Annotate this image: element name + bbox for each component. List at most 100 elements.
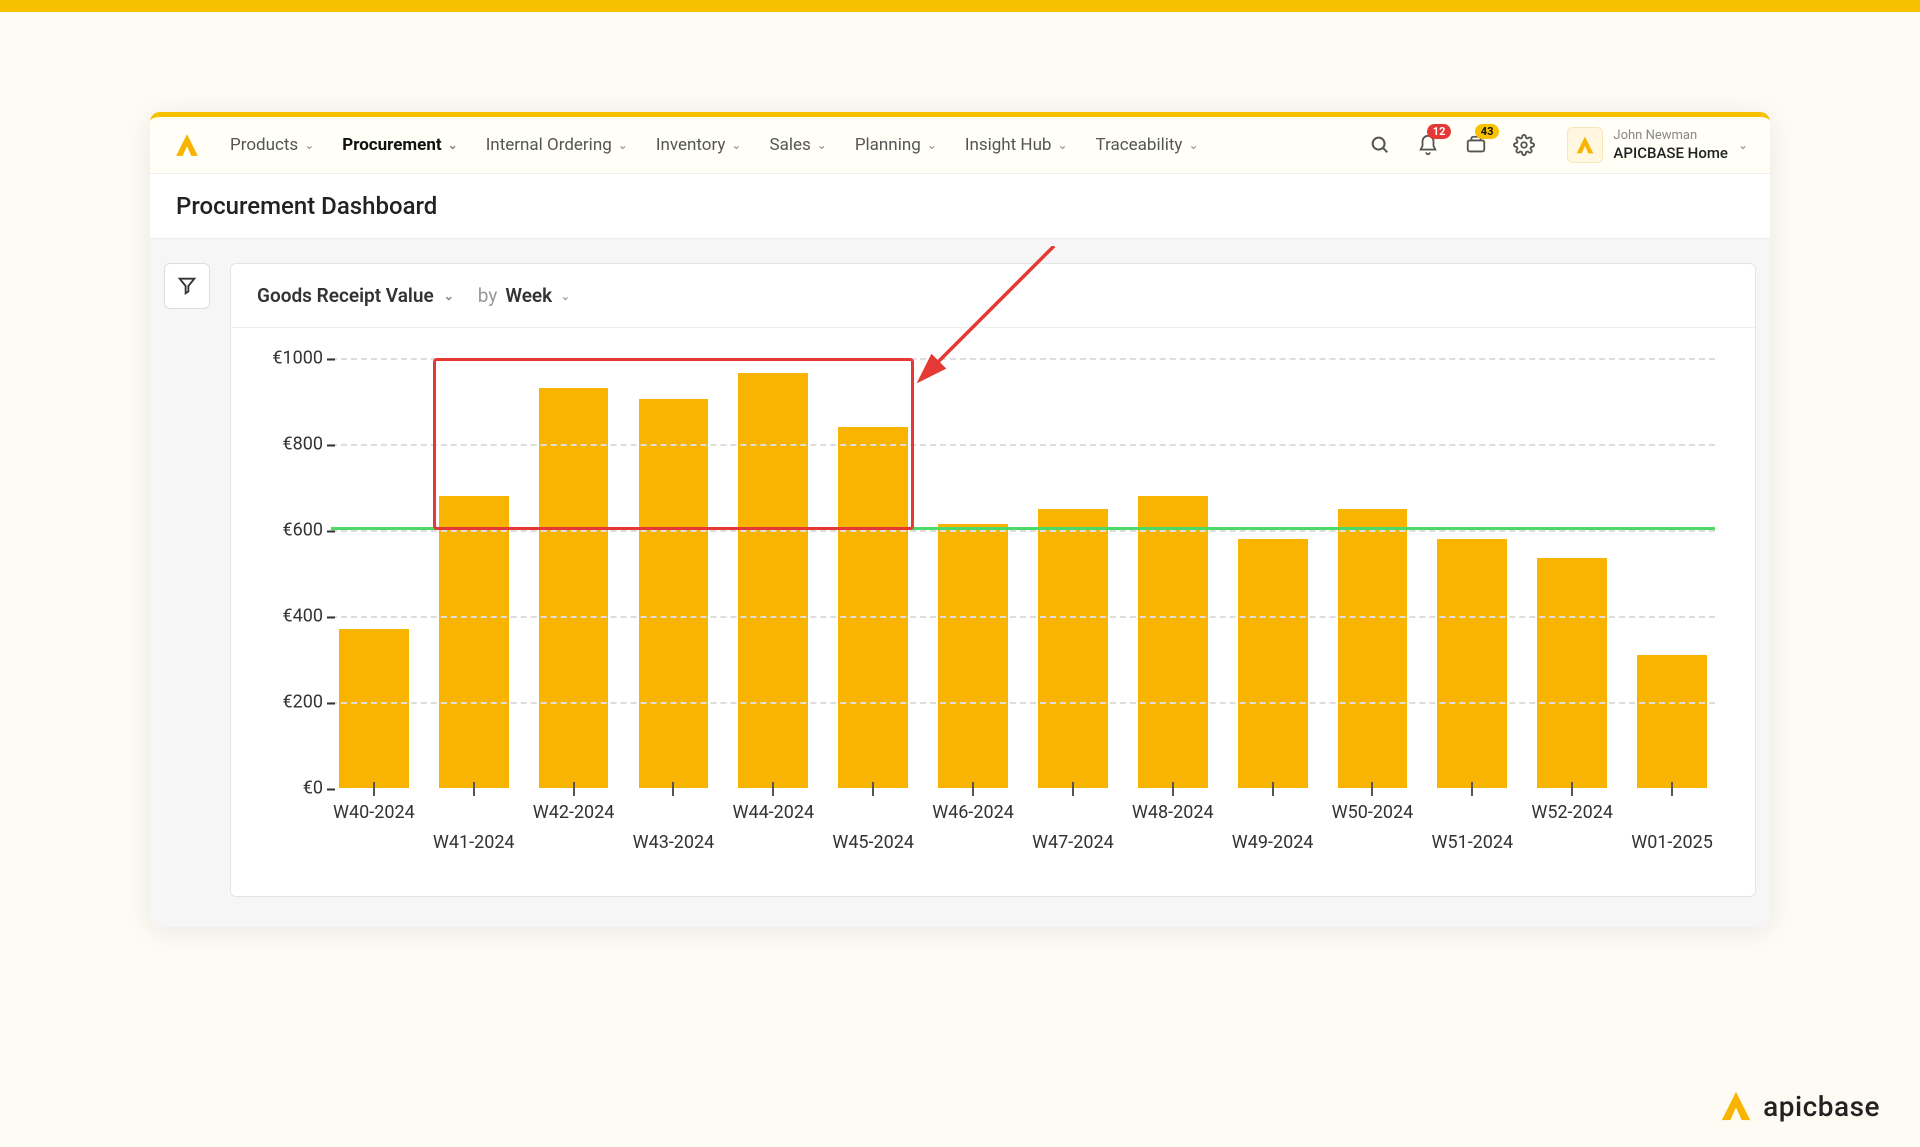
- nav-label: Insight Hub: [965, 135, 1052, 155]
- orders-icon[interactable]: 43: [1463, 132, 1489, 158]
- filter-button[interactable]: [164, 263, 210, 309]
- groupby-prefix: by: [478, 284, 498, 307]
- nav-label: Procurement: [342, 135, 441, 155]
- nav-label: Sales: [769, 135, 810, 155]
- bar[interactable]: [938, 524, 1008, 788]
- chevron-down-icon: ⌄: [1057, 138, 1067, 152]
- chevron-down-icon: ⌄: [444, 289, 454, 303]
- orders-badge: 43: [1475, 124, 1500, 139]
- bar[interactable]: [539, 388, 609, 788]
- nav-label: Inventory: [656, 135, 726, 155]
- chart-zone: €0€200€400€600€800€1000 W40-2024W41-2024…: [231, 328, 1755, 896]
- chevron-down-icon: ⌄: [304, 138, 314, 152]
- nav-products[interactable]: Products ⌄: [230, 135, 314, 155]
- nav-label: Products: [230, 135, 298, 155]
- bar[interactable]: [838, 427, 908, 788]
- nav-inventory[interactable]: Inventory ⌄: [656, 135, 742, 155]
- x-tick-label: W46-2024: [932, 802, 1014, 823]
- page-header: Procurement Dashboard: [150, 174, 1770, 239]
- chevron-down-icon: ⌄: [1738, 138, 1748, 152]
- grid-line: [331, 444, 1715, 446]
- brand-logo[interactable]: [172, 130, 202, 160]
- bar[interactable]: [1637, 655, 1707, 788]
- nav-label: Traceability: [1096, 135, 1183, 155]
- metric-label: Goods Receipt Value: [257, 284, 434, 307]
- nav-insight-hub[interactable]: Insight Hub ⌄: [965, 135, 1068, 155]
- user-org-logo: [1567, 127, 1603, 163]
- brand-name: apicbase: [1763, 1090, 1880, 1123]
- y-tick-label: €200: [253, 692, 323, 713]
- x-tick-label: W47-2024: [1032, 832, 1114, 853]
- x-tick-label: W43-2024: [633, 832, 715, 853]
- x-tick-label: W45-2024: [832, 832, 914, 853]
- nav-items: Products ⌄ Procurement ⌄ Internal Orderi…: [230, 135, 1357, 155]
- chevron-down-icon: ⌄: [817, 138, 827, 152]
- y-tick-label: €400: [253, 606, 323, 627]
- app-window: Products ⌄ Procurement ⌄ Internal Orderi…: [150, 112, 1770, 927]
- user-org: APICBASE Home: [1613, 144, 1728, 162]
- bar[interactable]: [1038, 509, 1108, 789]
- bar[interactable]: [1338, 509, 1408, 789]
- bar[interactable]: [1537, 558, 1607, 788]
- grid-line: [331, 358, 1715, 360]
- x-tick-label: W44-2024: [732, 802, 814, 823]
- bar[interactable]: [439, 496, 509, 788]
- search-icon[interactable]: [1367, 132, 1393, 158]
- chevron-down-icon: ⌄: [927, 138, 937, 152]
- notifications-badge: 12: [1427, 124, 1452, 139]
- x-axis: W40-2024 W41-2024 W42-2024 W43-2024 W44-2024…: [331, 788, 1715, 866]
- chart-plot: €0€200€400€600€800€1000: [331, 358, 1715, 788]
- y-tick-label: €1000: [253, 348, 323, 369]
- bar[interactable]: [1138, 496, 1208, 788]
- grid-line: [331, 616, 1715, 618]
- user-menu[interactable]: John Newman APICBASE Home ⌄: [1567, 127, 1748, 163]
- x-tick-label: W50-2024: [1332, 802, 1414, 823]
- grid-line: [331, 530, 1715, 532]
- nav-label: Planning: [855, 135, 921, 155]
- nav-planning[interactable]: Planning ⌄: [855, 135, 937, 155]
- reference-line: [331, 527, 1715, 530]
- bar[interactable]: [738, 373, 808, 788]
- groupby-value: Week: [505, 284, 552, 307]
- bar[interactable]: [1437, 539, 1507, 788]
- groupby-dropdown[interactable]: by Week ⌄: [478, 284, 571, 307]
- bar[interactable]: [1238, 539, 1308, 788]
- chart-card: Goods Receipt Value ⌄ by Week ⌄ €0€200€4…: [230, 263, 1756, 897]
- nav-right: 12 43 John Newman APICBASE Home: [1367, 127, 1748, 163]
- user-text: John Newman APICBASE Home: [1613, 128, 1728, 162]
- x-tick-label: W51-2024: [1432, 832, 1514, 853]
- y-tick-label: €600: [253, 520, 323, 541]
- user-name: John Newman: [1613, 128, 1728, 144]
- chevron-down-icon: ⌄: [618, 138, 628, 152]
- x-tick-label: W42-2024: [533, 802, 615, 823]
- chevron-down-icon: ⌄: [560, 289, 570, 303]
- nav-internal-ordering[interactable]: Internal Ordering ⌄: [486, 135, 628, 155]
- chevron-down-icon: ⌄: [731, 138, 741, 152]
- x-tick-label: W40-2024: [333, 802, 415, 823]
- metric-dropdown[interactable]: Goods Receipt Value ⌄: [257, 284, 454, 307]
- nav-procurement[interactable]: Procurement ⌄: [342, 135, 457, 155]
- x-tick-label: W48-2024: [1132, 802, 1214, 823]
- dashboard-body: Goods Receipt Value ⌄ by Week ⌄ €0€200€4…: [150, 239, 1770, 927]
- x-tick-label: W41-2024: [433, 832, 515, 853]
- chevron-down-icon: ⌄: [1188, 138, 1198, 152]
- notifications-icon[interactable]: 12: [1415, 132, 1441, 158]
- bar[interactable]: [339, 629, 409, 788]
- x-tick-label: W49-2024: [1232, 832, 1314, 853]
- nav-traceability[interactable]: Traceability ⌄: [1096, 135, 1199, 155]
- bars-row: [331, 358, 1715, 788]
- top-nav: Products ⌄ Procurement ⌄ Internal Orderi…: [150, 117, 1770, 174]
- grid-line: [331, 702, 1715, 704]
- nav-sales[interactable]: Sales ⌄: [769, 135, 826, 155]
- chevron-down-icon: ⌄: [448, 138, 458, 152]
- y-tick-label: €0: [253, 778, 323, 799]
- brand-watermark: apicbase: [1719, 1089, 1880, 1123]
- settings-icon[interactable]: [1511, 132, 1537, 158]
- bar[interactable]: [639, 399, 709, 788]
- x-tick-label: W01-2025: [1631, 832, 1713, 853]
- page-title: Procurement Dashboard: [176, 192, 1744, 220]
- y-tick-label: €800: [253, 434, 323, 455]
- nav-label: Internal Ordering: [486, 135, 612, 155]
- chart-header: Goods Receipt Value ⌄ by Week ⌄: [231, 264, 1755, 328]
- accent-bar: [0, 0, 1920, 12]
